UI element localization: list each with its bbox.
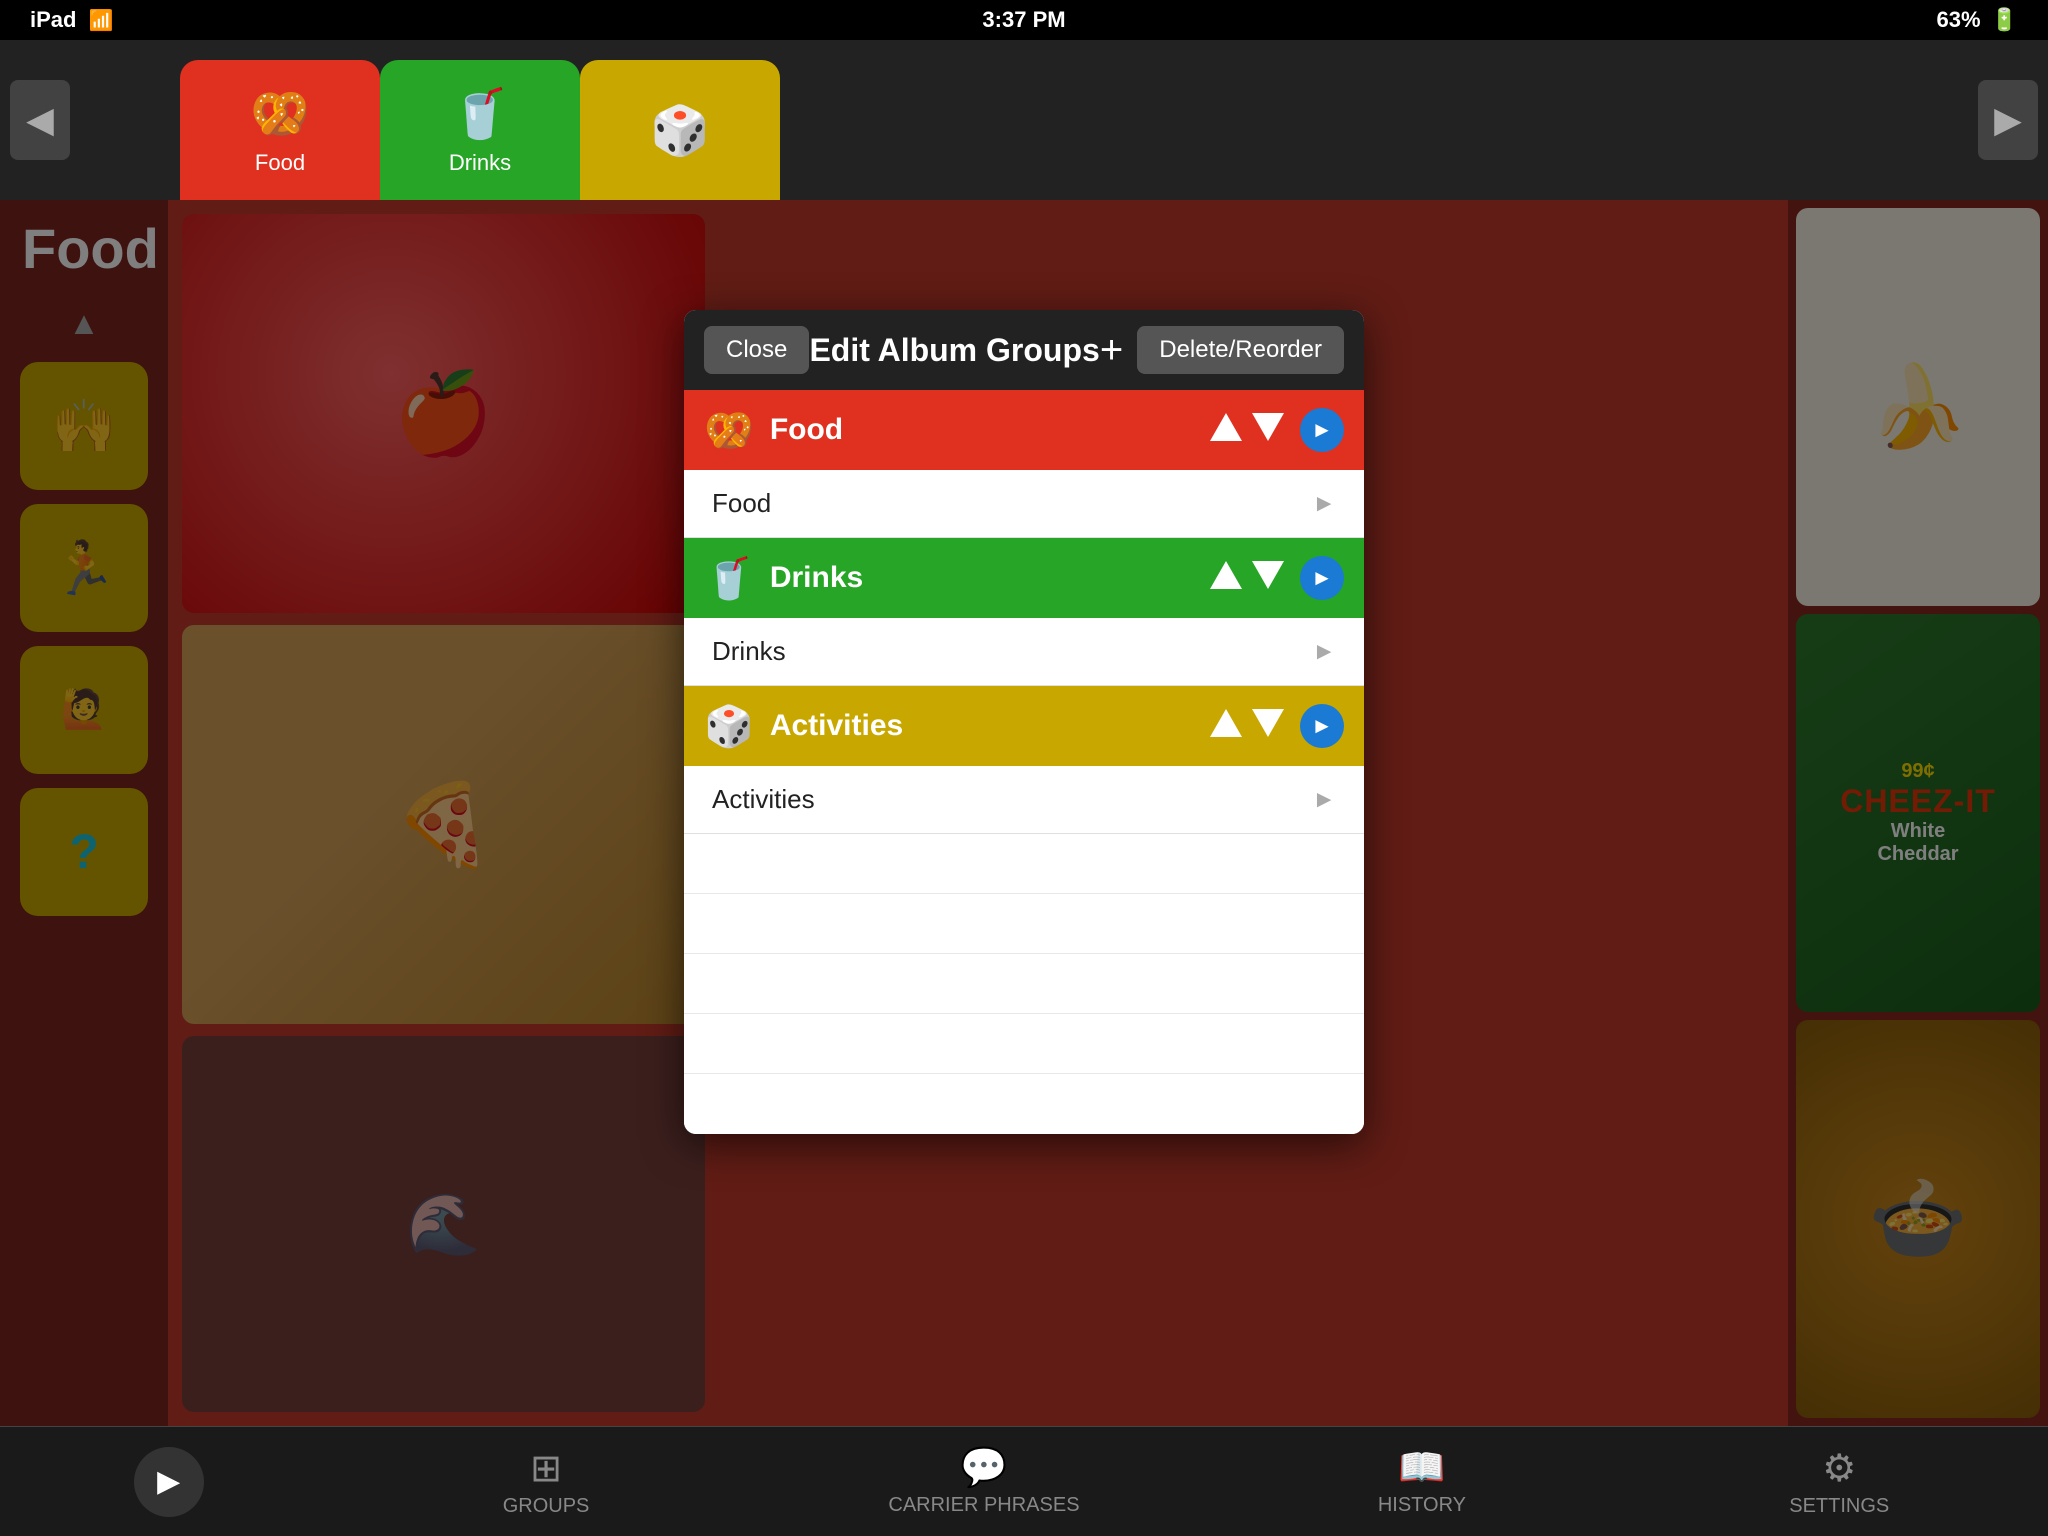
activities-chevron-circle[interactable]: ►	[1300, 704, 1344, 748]
groups-label: GROUPS	[503, 1495, 590, 1518]
album-group-drinks: 🥤 Drinks ►	[684, 538, 1364, 618]
bottom-tab-history[interactable]: 📖 HISTORY	[1347, 1446, 1497, 1517]
carrier-phrases-icon: 💬	[960, 1446, 1007, 1490]
activities-sub-label: Activities	[712, 784, 1312, 815]
drinks-sub-chevron: ►	[1312, 638, 1336, 666]
activities-sub-chevron: ►	[1312, 786, 1336, 814]
modal-add-button[interactable]: +	[1100, 328, 1123, 373]
tab-food[interactable]: 🥨 Food	[180, 60, 380, 200]
main-content: Food ▲ 🙌 🏃 🙋 ? 🍎 🍕 🌊	[0, 200, 2048, 1426]
album-group-food: 🥨 Food ►	[684, 390, 1364, 470]
album-group-activities: 🎲 Activities ►	[684, 686, 1364, 766]
play-button[interactable]: ▶	[134, 1447, 204, 1517]
scroll-left-arrow[interactable]: ◀	[10, 80, 70, 160]
food-sub-label: Food	[712, 488, 1312, 519]
drinks-sub-item[interactable]: Drinks ►	[684, 618, 1364, 686]
modal-header: Close Edit Album Groups + Delete/Reorder	[684, 310, 1364, 390]
drinks-group-icon: 🥤	[704, 555, 754, 602]
empty-row-5	[684, 1074, 1364, 1134]
activities-group-icon: 🎲	[704, 703, 754, 750]
app-container: ◀ 🥨 Food 🥤 Drinks 🎲 ▶ Food ▲ 🙌 🏃 🙋 ?	[0, 40, 2048, 1536]
drinks-up-arrow[interactable]	[1210, 561, 1242, 596]
bottom-tab-carrier-phrases[interactable]: 💬 CARRIER PHRASES	[888, 1446, 1079, 1517]
empty-row-4	[684, 1014, 1364, 1074]
bottom-tab-groups[interactable]: ⊞ GROUPS	[471, 1446, 621, 1518]
edit-album-groups-modal: Close Edit Album Groups + Delete/Reorder…	[684, 310, 1364, 1134]
food-tab-label: Food	[255, 150, 305, 176]
activities-tab-icon: 🎲	[650, 102, 710, 159]
food-tab-icon: 🥨	[250, 85, 310, 142]
modal-overlay: Close Edit Album Groups + Delete/Reorder…	[0, 200, 2048, 1426]
history-label: HISTORY	[1378, 1494, 1466, 1517]
carrier-phrases-label: CARRIER PHRASES	[888, 1494, 1079, 1517]
settings-icon: ⚙	[1822, 1446, 1856, 1491]
empty-row-3	[684, 954, 1364, 1014]
groups-icon: ⊞	[530, 1446, 562, 1491]
food-sub-item[interactable]: Food ►	[684, 470, 1364, 538]
drinks-sub-label: Drinks	[712, 636, 1312, 667]
food-up-arrow[interactable]	[1210, 413, 1242, 448]
wifi-icon: 📶	[88, 8, 113, 33]
tab-bar-top: ◀ 🥨 Food 🥤 Drinks 🎲 ▶	[0, 40, 2048, 200]
modal-title: Edit Album Groups	[809, 332, 1099, 369]
tab-drinks[interactable]: 🥤 Drinks	[380, 60, 580, 200]
activities-group-name: Activities	[770, 709, 1194, 743]
activities-group-arrows	[1210, 709, 1284, 744]
battery-icon: 🔋	[1991, 7, 2018, 33]
activities-up-arrow[interactable]	[1210, 709, 1242, 744]
drinks-down-arrow[interactable]	[1252, 561, 1284, 596]
drinks-chevron-circle[interactable]: ►	[1300, 556, 1344, 600]
modal-header-right: + Delete/Reorder	[1100, 326, 1344, 374]
drinks-tab-label: Drinks	[449, 150, 511, 176]
status-time: 3:37 PM	[982, 7, 1065, 33]
device-label: iPad	[30, 7, 76, 33]
food-sub-chevron: ►	[1312, 490, 1336, 518]
history-icon: 📖	[1398, 1446, 1445, 1490]
status-right: 63% 🔋	[1937, 7, 2018, 33]
tab-bar-bottom: ▶ ⊞ GROUPS 💬 CARRIER PHRASES 📖 HISTORY ⚙…	[0, 1426, 2048, 1536]
food-group-icon: 🥨	[704, 407, 754, 454]
empty-row-1	[684, 834, 1364, 894]
modal-close-button[interactable]: Close	[704, 326, 809, 374]
tab-activities[interactable]: 🎲	[580, 60, 780, 200]
modal-delete-reorder-button[interactable]: Delete/Reorder	[1137, 326, 1344, 374]
activities-sub-item[interactable]: Activities ►	[684, 766, 1364, 834]
activities-down-arrow[interactable]	[1252, 709, 1284, 744]
status-bar: iPad 📶 3:37 PM 63% 🔋	[0, 0, 2048, 40]
status-left: iPad 📶	[30, 7, 113, 33]
food-chevron-circle[interactable]: ►	[1300, 408, 1344, 452]
food-group-name: Food	[770, 413, 1194, 447]
empty-row-2	[684, 894, 1364, 954]
food-down-arrow[interactable]	[1252, 413, 1284, 448]
food-group-arrows	[1210, 413, 1284, 448]
drinks-group-arrows	[1210, 561, 1284, 596]
battery-label: 63%	[1937, 7, 1981, 33]
bottom-tab-settings[interactable]: ⚙ SETTINGS	[1764, 1446, 1914, 1518]
settings-label: SETTINGS	[1789, 1495, 1889, 1518]
drinks-tab-icon: 🥤	[450, 85, 510, 142]
scroll-right-arrow[interactable]: ▶	[1978, 80, 2038, 160]
drinks-group-name: Drinks	[770, 561, 1194, 595]
